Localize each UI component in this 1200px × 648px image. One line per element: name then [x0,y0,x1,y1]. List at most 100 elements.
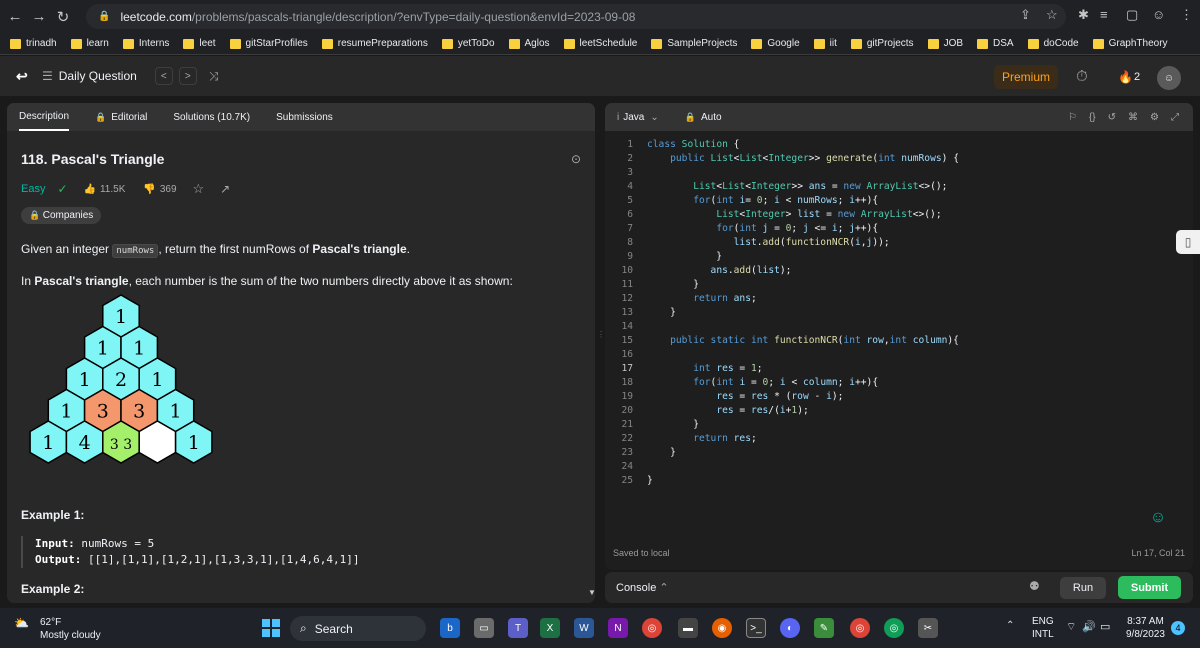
run-button[interactable]: Run [1060,577,1106,599]
wifi-icon[interactable]: ⌔ [1066,620,1076,634]
more-options-icon[interactable]: ⊙ [571,152,581,166]
companies-tag[interactable]: 🔒 Companies [21,207,102,224]
bookmark-item[interactable]: Google [751,38,800,49]
discord-icon[interactable]: ◐ [780,618,800,638]
like-icon[interactable]: 👍 [84,184,96,195]
bing-icon[interactable]: b [440,618,460,638]
fullscreen-icon[interactable]: ⤢ [1171,112,1179,123]
dislike-icon[interactable]: 👎 [143,184,155,195]
panel-resize-handle[interactable]: ⋮ [597,330,605,344]
word-icon[interactable]: W [574,618,594,638]
code-text: return res; [693,433,757,444]
file-explorer-icon[interactable]: ▭ [474,618,494,638]
app2-icon[interactable]: ✎ [814,618,834,638]
bookmark-item[interactable]: gitStarProfiles [229,38,308,49]
code-line: 4 List<List<Integer>> ans = new ArrayLis… [605,180,1193,194]
saved-status: Saved to local [613,548,670,558]
battery-icon[interactable]: ▭ [1100,620,1110,633]
bookmark-icon[interactable]: ⚐ [1068,112,1077,123]
daily-question-nav[interactable]: ☰ Daily Question < > ⤨ [42,67,218,85]
tab-description[interactable]: Description [19,103,70,131]
excel-icon[interactable]: X [540,618,560,638]
reset-icon[interactable]: ↺ [1108,112,1116,123]
terminal-icon[interactable]: >_ [746,618,766,638]
firefox-icon[interactable]: ◉ [712,618,732,638]
share-link-icon[interactable]: ↗ [220,182,230,196]
bookmark-item[interactable]: learn [70,38,109,49]
sidepanel-icon[interactable]: ▢ [1126,7,1138,23]
bookmark-item[interactable]: trinadh [10,38,57,49]
profile-icon[interactable]: ☺ [1152,7,1165,22]
tab-solutions[interactable]: Solutions (10.7K) [173,103,250,131]
bookmark-item[interactable]: Interns [122,38,169,49]
console-toggle[interactable]: Console ⌃ [616,581,669,594]
language-select[interactable]: i Java ⌄ [617,103,659,131]
shortcut-icon[interactable]: ⌘ [1128,112,1138,123]
tray-chevron-icon[interactable]: ⌃ [1006,620,1014,631]
media-icon[interactable]: ≡ [1100,7,1108,22]
windows-start-icon[interactable] [262,619,280,637]
avatar[interactable]: ☺ [1157,66,1181,90]
bookmark-item[interactable]: JOB [927,38,964,49]
favorite-star-icon[interactable]: ☆ [193,181,205,197]
taskbar-search[interactable]: ⌕ Search [290,616,426,641]
scroll-down-icon[interactable]: ▼ [588,588,596,597]
bookmark-item[interactable]: iit [813,38,837,49]
bookmark-item[interactable]: SampleProjects [651,38,737,49]
reload-icon[interactable]: ↻ [54,8,72,26]
notification-badge[interactable]: 4 [1171,621,1185,635]
bookmark-item[interactable]: yetToDo [441,38,495,49]
submit-button[interactable]: Submit [1118,576,1181,599]
tab-editorial[interactable]: 🔒 Editorial [95,103,147,131]
onenote-icon[interactable]: N [608,618,628,638]
braces-icon[interactable]: {} [1089,112,1096,123]
language-indicator[interactable]: ENG INTL [1032,615,1054,641]
tab-submissions[interactable]: Submissions [276,103,333,131]
shuffle-icon[interactable]: ⤨ [209,69,219,84]
teams-icon[interactable]: T [508,618,528,638]
temperature: 62°F [40,617,62,628]
prev-question-button[interactable]: < [154,67,173,85]
streak-count: 2 [1134,71,1141,83]
leetcode-logo-icon[interactable]: ↩ [16,68,32,84]
bookmark-label: JOB [943,38,964,49]
chrome-icon[interactable]: ◎ [642,618,662,638]
snipping-tool-icon[interactable]: ✂ [918,618,938,638]
chrome-profile-icon[interactable]: ◎ [850,618,870,638]
weather-icon[interactable]: ⛅ [14,616,29,630]
side-document-icon[interactable]: ▯ [1176,230,1200,254]
chrome-profile2-icon[interactable]: ◎ [884,618,904,638]
bookmark-item[interactable]: Aglos [508,38,550,49]
autocomplete-mode[interactable]: 🔒 Auto [685,103,722,131]
settings-icon[interactable]: ⚙ [1150,112,1159,123]
premium-button[interactable]: Premium [994,65,1058,89]
triangle-value: 1 [79,369,91,391]
bookmark-item[interactable]: GraphTheory [1092,38,1168,49]
share-icon[interactable]: ⇪ [1020,7,1031,23]
back-arrow-icon[interactable]: ← [6,8,24,26]
weather-widget[interactable]: 62°F Mostly cloudy [40,616,101,642]
bookmark-item[interactable]: leet [183,38,216,49]
code-line: 19 res = res * (row - i); [605,390,1193,404]
bookmark-item[interactable]: DSA [977,38,1014,49]
input-label: Input: [35,537,75,550]
volume-icon[interactable]: 🔊 [1082,620,1096,633]
bookmark-item[interactable]: doCode [1027,38,1079,49]
bookmark-item[interactable]: leetSchedule [563,38,637,49]
address-bar[interactable]: 🔒 leetcode.com/problems/pascals-triangle… [86,4,1066,29]
clock[interactable]: 8:37 AM 9/8/2023 [1126,615,1165,641]
extensions-icon[interactable]: ✱ [1078,7,1089,23]
bookmark-item[interactable]: resumePreparations [321,38,428,49]
next-question-button[interactable]: > [178,67,197,85]
app-icon[interactable]: ▬ [678,618,698,638]
feedback-chat-icon[interactable]: ☺ [1145,505,1171,531]
triangle-value: 1 [151,369,163,391]
menu-icon[interactable]: ⋮ [1180,7,1193,23]
code-area[interactable]: 1 class Solution {2 public List<List<Inte… [605,131,1193,488]
bookmark-star-icon[interactable]: ☆ [1046,7,1058,23]
forward-arrow-icon[interactable]: → [30,8,48,26]
bookmark-item[interactable]: gitProjects [850,38,914,49]
debug-icon[interactable]: ⚉ [1029,579,1040,593]
code-text: } [647,251,723,262]
timer-icon[interactable]: ⏱ [1076,68,1088,85]
